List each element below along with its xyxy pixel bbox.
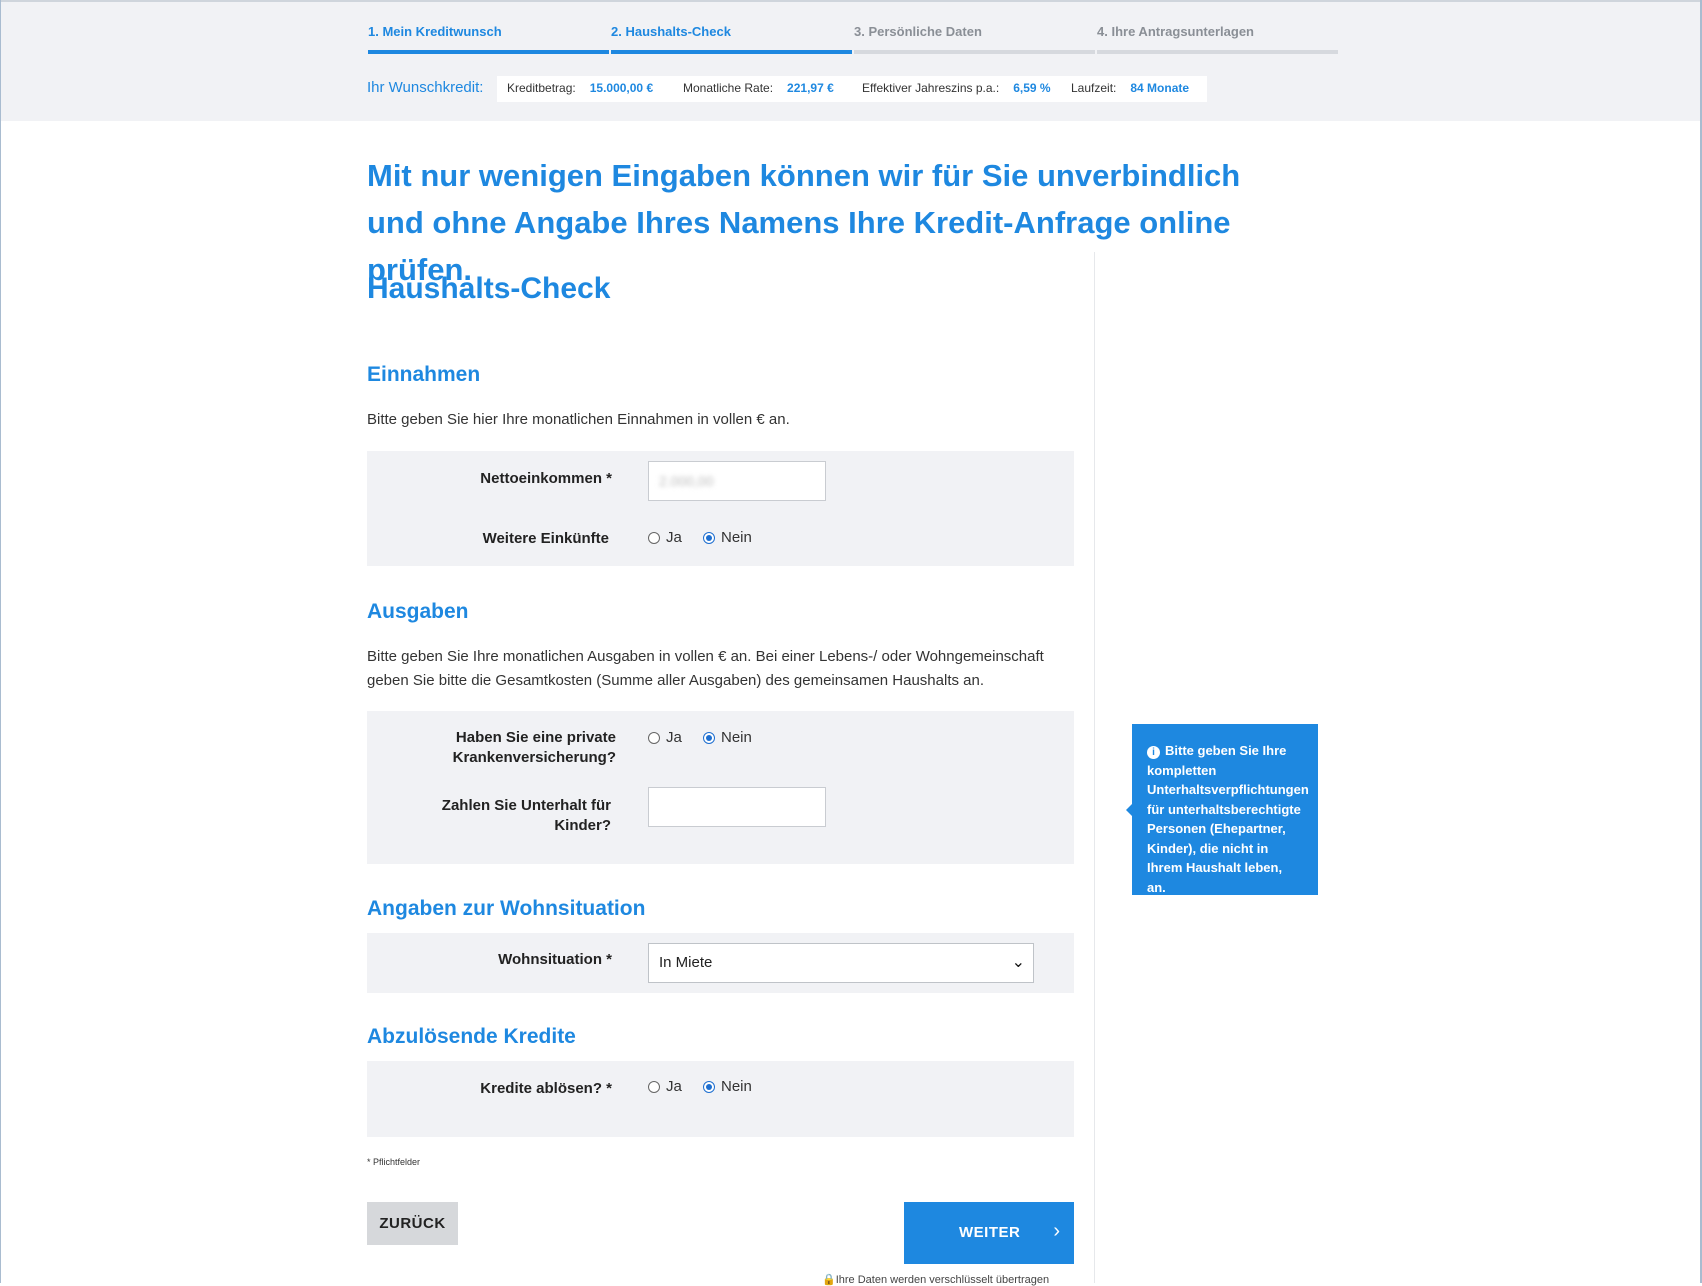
- tooltip-text: Bitte geben Sie Ihre kompletten Unterhal…: [1147, 743, 1309, 895]
- radio-label-nein: Nein: [721, 729, 752, 746]
- pkv-label-line2: Krankenversicherung?: [452, 749, 616, 766]
- back-button[interactable]: ZURÜCK: [367, 1202, 458, 1245]
- kreditbetrag-label: Kreditbetrag:: [507, 81, 576, 95]
- window-left-border: [0, 0, 1, 1283]
- unterhalt-label-line1: Zahlen Sie Unterhalt für: [441, 797, 611, 814]
- secure-transfer-note: 🔒Ihre Daten werden verschlüsselt übertra…: [822, 1273, 1049, 1286]
- lock-icon: 🔒: [822, 1274, 836, 1286]
- einnahmen-description: Bitte geben Sie hier Ihre monatlichen Ei…: [367, 411, 790, 428]
- info-icon: i: [1147, 746, 1160, 759]
- rate-label: Monatliche Rate:: [683, 81, 774, 95]
- pkv-nein-radio[interactable]: Nein: [703, 729, 752, 746]
- einnahmen-panel: Nettoeinkommen * 2.000,00 Weitere Einkün…: [367, 451, 1074, 566]
- pkv-label-line1: Haben Sie eine private: [455, 729, 616, 746]
- radio-label-nein: Nein: [721, 529, 752, 546]
- radio-circle-selected: [703, 531, 715, 544]
- unterhalt-input[interactable]: [648, 787, 826, 827]
- zins-value: 6,59 %: [1013, 81, 1051, 95]
- unterhalt-label-line2: Kinder?: [554, 817, 611, 834]
- weitere-einkuenfte-label: Weitere Einkünfte: [482, 530, 609, 547]
- ausgaben-desc-line2: geben Sie bitte die Gesamtkosten (Summe …: [367, 672, 985, 689]
- unterhalt-tooltip: i Bitte geben Sie Ihre kompletten Unterha…: [1126, 724, 1318, 895]
- step-label: 2. Haushalts-Check: [611, 24, 731, 39]
- nettoeinkommen-input[interactable]: 2.000,00: [648, 461, 826, 501]
- radio-circle-selected: [703, 1080, 715, 1093]
- step-label: 3. Persönliche Daten: [854, 24, 982, 39]
- wohnsituation-select[interactable]: In Miete ⌄: [648, 943, 1034, 983]
- ausgaben-desc-line1: Bitte geben Sie Ihre monatlichen Ausgabe…: [367, 648, 1044, 665]
- radio-circle-selected: [703, 731, 715, 744]
- rate-value: 221,97 €: [787, 81, 834, 95]
- radio-label-nein: Nein: [721, 1078, 752, 1095]
- laufzeit-label: Laufzeit:: [1071, 81, 1117, 95]
- required-fields-note: * Pflichtfelder: [367, 1157, 421, 1167]
- radio-label-ja: Ja: [666, 529, 682, 546]
- zins-label: Effektiver Jahreszins p.a.:: [862, 81, 1000, 95]
- step-bar: [611, 50, 852, 54]
- section-title-einnahmen: Einnahmen: [367, 363, 481, 386]
- pkv-label: Haben Sie eine private Krankenversicheru…: [366, 728, 616, 768]
- step-antragsunterlagen: 4. Ihre Antragsunterlagen: [1097, 20, 1340, 54]
- kredite-ja-radio[interactable]: Ja: [648, 1078, 682, 1095]
- kredite-panel: Kredite ablösen? * Ja Nein: [367, 1061, 1074, 1137]
- summary-laufzeit: Laufzeit: 84 Monate: [1071, 81, 1189, 95]
- kredite-abloesen-label: Kredite ablösen? *: [480, 1080, 612, 1097]
- next-button-label: WEITER: [959, 1224, 1021, 1241]
- secure-note-text: Ihre Daten werden verschlüsselt übertrag…: [835, 1274, 1050, 1286]
- step-haushalts-check[interactable]: 2. Haushalts-Check: [611, 20, 854, 54]
- radio-circle: [648, 731, 660, 744]
- step-label: 1. Mein Kreditwunsch: [368, 24, 502, 39]
- nettoeinkommen-label: Nettoeinkommen *: [480, 470, 612, 487]
- nettoeinkommen-value: 2.000,00: [659, 473, 714, 489]
- pkv-ja-radio[interactable]: Ja: [648, 729, 682, 746]
- weitere-einkuenfte-nein-radio[interactable]: Nein: [703, 529, 752, 546]
- kreditbetrag-value: 15.000,00 €: [589, 81, 654, 95]
- step-bar: [368, 50, 609, 54]
- section-title-ausgaben: Ausgaben: [367, 600, 469, 623]
- summary-rate: Monatliche Rate: 221,97 €: [683, 81, 834, 95]
- summary-zins: Effektiver Jahreszins p.a.: 6,59 %: [862, 81, 1051, 95]
- ausgaben-panel: Haben Sie eine private Krankenversicheru…: [367, 711, 1074, 864]
- step-bar: [1097, 50, 1338, 54]
- section-title-kredite: Abzulösende Kredite: [367, 1025, 576, 1048]
- column-divider: [1094, 252, 1095, 1283]
- step-mein-kreditwunsch[interactable]: 1. Mein Kreditwunsch: [368, 20, 611, 54]
- step-bar: [854, 50, 1095, 54]
- radio-label-ja: Ja: [666, 729, 682, 746]
- radio-circle: [648, 531, 660, 544]
- kredite-nein-radio[interactable]: Nein: [703, 1078, 752, 1095]
- summary-title: Ihr Wunschkredit:: [367, 79, 484, 96]
- chevron-right-icon: ›: [1053, 1220, 1060, 1242]
- ausgaben-description: Bitte geben Sie Ihre monatlichen Ausgabe…: [367, 645, 1044, 693]
- wohnsituation-label: Wohnsituation *: [498, 951, 612, 968]
- unterhalt-label: Zahlen Sie Unterhalt für Kinder?: [361, 796, 611, 836]
- summary-kreditbetrag: Kreditbetrag: 15.000,00 €: [507, 81, 653, 95]
- next-button[interactable]: WEITER ›: [904, 1202, 1074, 1264]
- step-persoenliche-daten: 3. Persönliche Daten: [854, 20, 1097, 54]
- radio-label-ja: Ja: [666, 1078, 682, 1095]
- radio-circle: [648, 1080, 660, 1093]
- page-title: Haushalts-Check: [367, 272, 611, 305]
- step-label: 4. Ihre Antragsunterlagen: [1097, 24, 1254, 39]
- summary-box: Kreditbetrag: 15.000,00 € Monatliche Rate…: [497, 76, 1207, 102]
- wohnsituation-panel: Wohnsituation * In Miete ⌄: [367, 933, 1074, 993]
- laufzeit-value: 84 Monate: [1130, 81, 1190, 95]
- weitere-einkuenfte-ja-radio[interactable]: Ja: [648, 529, 682, 546]
- section-title-wohnsituation: Angaben zur Wohnsituation: [367, 897, 646, 920]
- progress-stepper: 1. Mein Kreditwunsch 2. Haushalts-Check …: [368, 20, 1338, 54]
- wohnsituation-selected: In Miete: [659, 954, 713, 971]
- chevron-down-icon: ⌄: [1011, 954, 1025, 971]
